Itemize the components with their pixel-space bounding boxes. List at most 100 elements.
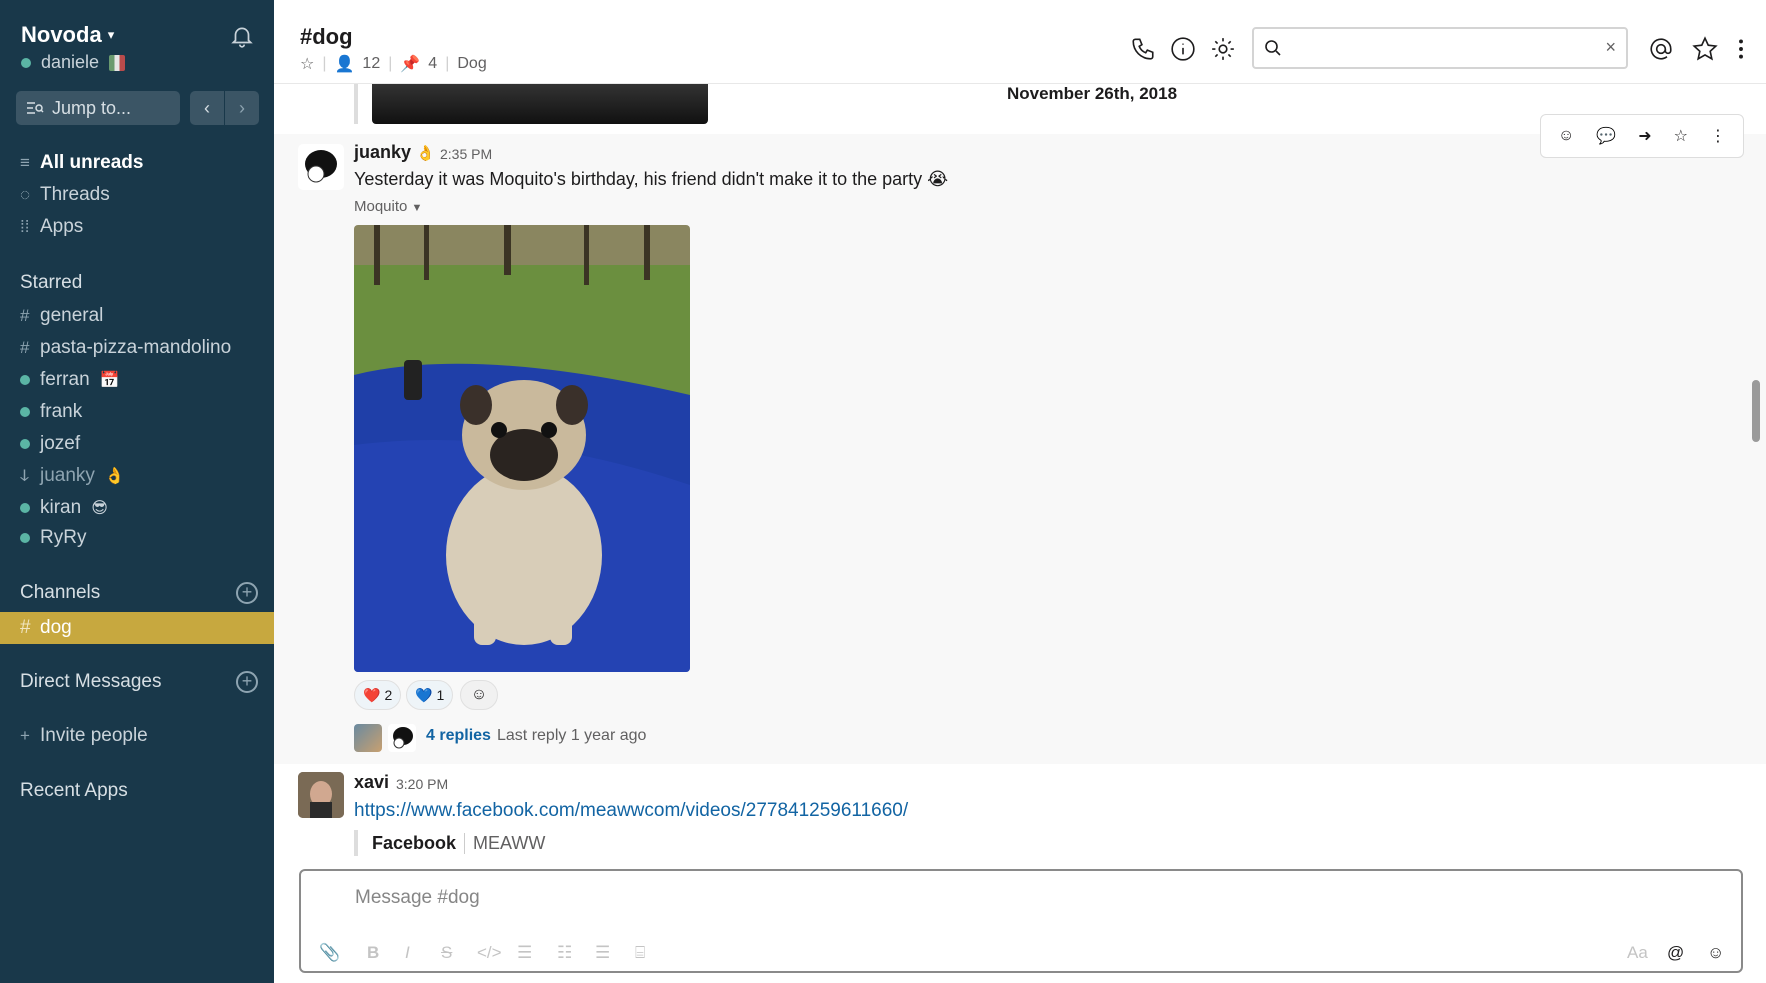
sidebar-item-ryry[interactable]: RyRy xyxy=(20,527,86,549)
add-reaction-icon[interactable]: ☺ xyxy=(1558,127,1574,145)
sidebar-item-pasta-pizza-mandolino[interactable]: # pasta-pizza-mandolino xyxy=(20,337,231,359)
sidebar-item-frank[interactable]: frank xyxy=(20,401,82,423)
bell-icon[interactable] xyxy=(229,22,255,50)
message-composer[interactable]: Message #dog 📎 B I S </> ☰ ☷ ☰ ⌸ Aa @ ☺ xyxy=(299,869,1743,973)
sidebar-item-juanky[interactable]: ↆ juanky 👌 xyxy=(20,465,125,487)
pin-count[interactable]: 4 xyxy=(428,55,437,73)
current-user[interactable]: daniele xyxy=(21,52,126,73)
plus-icon: + xyxy=(20,726,30,745)
chevron-down-icon: ▼ xyxy=(411,202,423,214)
members-icon[interactable]: 👤 xyxy=(335,54,355,74)
channel-topic[interactable]: Dog xyxy=(457,55,486,73)
sidebar-item-jozef[interactable]: jozef xyxy=(20,433,80,455)
message-actions: ☺ 💬 ➜ ☆ ⋮ xyxy=(1540,114,1744,158)
bold-icon[interactable]: B xyxy=(367,943,379,963)
dog-photo[interactable] xyxy=(354,225,690,672)
forward-button[interactable]: › xyxy=(225,91,259,125)
mention-icon[interactable]: @ xyxy=(1667,943,1684,963)
search-icon xyxy=(1265,40,1281,56)
message-input[interactable]: Message #dog xyxy=(355,887,480,909)
sidebar-item-ferran[interactable]: ferran 📅 xyxy=(20,369,120,391)
reaction-heart[interactable]: ❤️ 2 xyxy=(354,680,402,710)
presence-dot xyxy=(20,439,30,449)
star-icon[interactable]: ☆ xyxy=(300,54,314,74)
calendar-emoji-icon: 📅 xyxy=(99,372,120,389)
channels-heading[interactable]: Channels xyxy=(20,582,100,604)
link-unfurl[interactable]: Facebook MEAWW xyxy=(354,830,545,856)
add-dm-icon[interactable]: + xyxy=(236,671,258,693)
lines-icon: ≡ xyxy=(20,153,30,172)
avatar[interactable] xyxy=(298,144,344,190)
chevron-down-icon: ▾ xyxy=(107,27,115,42)
add-channel-icon[interactable]: + xyxy=(236,582,258,604)
presence-dot xyxy=(21,57,31,68)
last-reply-text: Last reply 1 year ago xyxy=(497,727,647,744)
avatar[interactable] xyxy=(298,772,344,818)
phone-icon[interactable] xyxy=(1130,36,1156,62)
star-icon[interactable]: ☆ xyxy=(1674,126,1688,146)
message-text: Yesterday it was Moquito's birthday, his… xyxy=(354,169,949,189)
starred-heading[interactable]: Starred xyxy=(20,272,82,294)
back-button[interactable]: ‹ xyxy=(190,91,224,125)
code-icon[interactable]: </> xyxy=(477,943,502,963)
message-link[interactable]: https://www.facebook.com/meawwcom/videos… xyxy=(354,800,908,822)
workspace-name[interactable]: Novoda ▾ xyxy=(21,22,114,48)
search-input[interactable]: × xyxy=(1252,27,1628,69)
ordered-list-icon[interactable]: ☰ xyxy=(517,943,532,963)
more-vertical-icon[interactable]: ⋮ xyxy=(1710,126,1726,146)
message-author[interactable]: xavi xyxy=(354,772,389,793)
reaction-blue-heart[interactable]: 💙 1 xyxy=(406,680,454,710)
invite-people-button[interactable]: + Invite people xyxy=(20,725,148,747)
message-list: November 26th, 2018 ☺ 💬 ➜ ☆ ⋮ juanky 👌 2… xyxy=(274,84,1766,864)
channel-meta: ☆ | 👤 12 | 📌 4 | Dog xyxy=(300,54,487,74)
sidebar-item-threads[interactable]: ◌ Threads xyxy=(20,184,110,206)
quote-icon[interactable]: ☰ xyxy=(595,943,610,963)
chevron-left-icon: ‹ xyxy=(204,97,210,118)
date-divider: November 26th, 2018 xyxy=(1006,84,1178,103)
away-icon: ↆ xyxy=(20,466,29,485)
message-timestamp[interactable]: 2:35 PM xyxy=(440,146,492,162)
pin-icon[interactable]: 📌 xyxy=(400,54,420,74)
thread-replies-link[interactable]: 4 replies xyxy=(426,727,491,745)
gear-icon[interactable] xyxy=(1210,36,1236,62)
mentions-icon[interactable] xyxy=(1648,36,1674,62)
scrollbar[interactable] xyxy=(1752,380,1760,442)
info-icon[interactable] xyxy=(1170,36,1196,62)
presence-dot xyxy=(20,503,30,513)
sidebar-item-kiran[interactable]: kiran 😎 xyxy=(20,497,108,519)
grid-icon: ⁞⁞ xyxy=(20,217,30,236)
share-icon[interactable]: ➜ xyxy=(1638,126,1651,146)
emoji-icon[interactable]: ☺ xyxy=(1707,943,1724,963)
bullet-list-icon[interactable]: ☷ xyxy=(557,943,572,963)
jump-to-button[interactable]: Jump to... xyxy=(16,91,180,125)
member-count[interactable]: 12 xyxy=(362,55,380,73)
italic-icon[interactable]: I xyxy=(405,943,410,963)
sidebar-item-dog[interactable]: # dog xyxy=(0,612,274,644)
channel-header: #dog ☆ | 👤 12 | 📌 4 | Dog × xyxy=(274,0,1766,84)
reply-avatar[interactable] xyxy=(388,724,416,752)
code-block-icon[interactable]: ⌸ xyxy=(635,943,645,963)
ok-hand-emoji-icon: 👌 xyxy=(104,468,125,485)
add-reaction-button[interactable]: ☺ xyxy=(460,680,498,710)
recent-apps-heading[interactable]: Recent Apps xyxy=(20,780,128,802)
presence-dot xyxy=(20,375,30,385)
jump-icon xyxy=(27,102,44,114)
sidebar: Novoda ▾ daniele Jump to... ‹ › ≡ All unre… xyxy=(0,0,274,983)
status-flag-icon xyxy=(109,54,126,71)
attach-icon[interactable]: 📎 xyxy=(319,943,340,963)
start-thread-icon[interactable]: 💬 xyxy=(1596,126,1616,146)
direct-messages-heading[interactable]: Direct Messages xyxy=(20,671,162,693)
previous-image[interactable] xyxy=(372,84,708,124)
format-toggle-button[interactable]: Aa xyxy=(1627,943,1648,963)
file-name[interactable]: Moquito ▼ xyxy=(354,198,422,215)
star-icon[interactable] xyxy=(1692,36,1718,62)
close-icon[interactable]: × xyxy=(1605,37,1616,58)
sidebar-item-general[interactable]: # general xyxy=(20,305,103,327)
strikethrough-icon[interactable]: S xyxy=(441,943,452,963)
reply-avatar[interactable] xyxy=(354,724,382,752)
sidebar-item-all-unreads[interactable]: ≡ All unreads xyxy=(20,152,143,174)
message-timestamp[interactable]: 3:20 PM xyxy=(396,776,448,792)
more-vertical-icon[interactable] xyxy=(1728,36,1754,62)
message-author[interactable]: juanky 👌 xyxy=(354,142,435,163)
sidebar-item-apps[interactable]: ⁞⁞ Apps xyxy=(20,216,83,238)
